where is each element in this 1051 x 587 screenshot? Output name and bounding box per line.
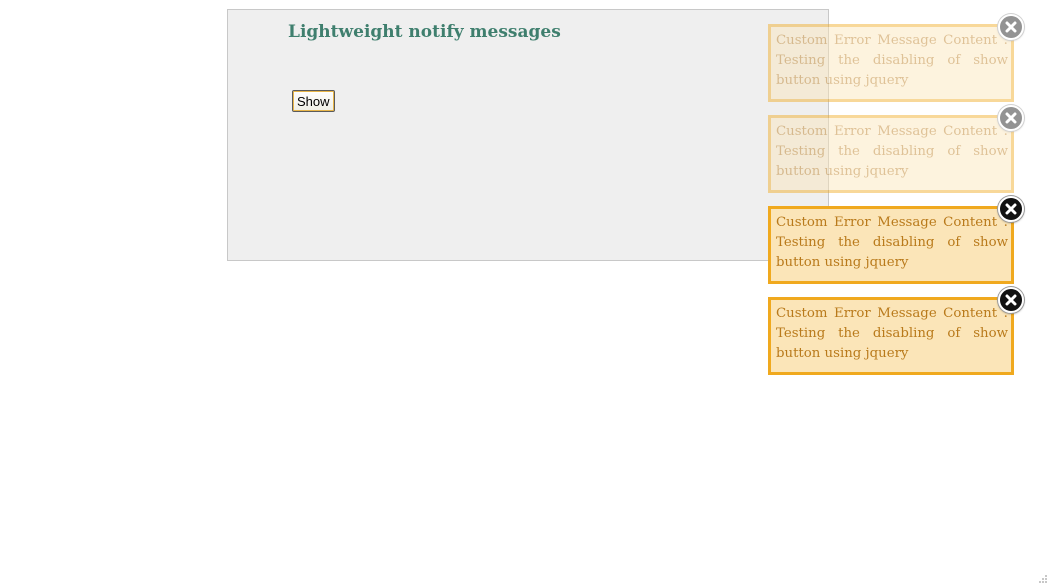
resize-grip-icon[interactable]	[1037, 568, 1047, 578]
notification-message: Custom Error Message Content : Testing t…	[768, 115, 1014, 193]
notification-text: Custom Error Message Content : Testing t…	[776, 213, 1008, 273]
close-icon[interactable]	[998, 196, 1024, 222]
notification-text: Custom Error Message Content : Testing t…	[776, 122, 1008, 182]
notification-text: Custom Error Message Content : Testing t…	[776, 304, 1008, 364]
close-icon[interactable]	[998, 287, 1024, 313]
page-title: Lightweight notify messages	[288, 22, 561, 42]
notification-message: Custom Error Message Content : Testing t…	[768, 297, 1014, 375]
notification-message: Custom Error Message Content : Testing t…	[768, 24, 1014, 102]
close-icon[interactable]	[998, 14, 1024, 40]
demo-panel: Lightweight notify messages Show	[227, 9, 829, 261]
notification-text: Custom Error Message Content : Testing t…	[776, 31, 1008, 91]
notification-message: Custom Error Message Content : Testing t…	[768, 206, 1014, 284]
show-button[interactable]: Show	[292, 90, 335, 112]
close-icon[interactable]	[998, 105, 1024, 131]
